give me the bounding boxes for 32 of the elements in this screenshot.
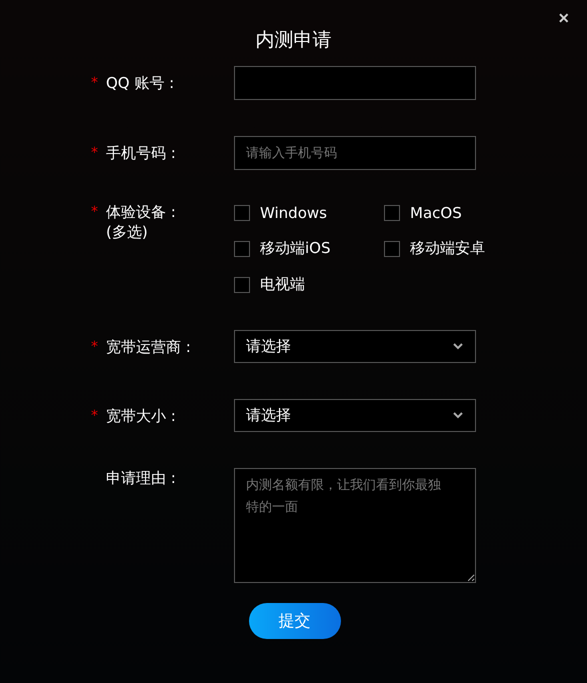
- required-asterisk: *: [91, 74, 99, 93]
- checkbox-label[interactable]: Windows: [260, 204, 327, 222]
- text-field[interactable]: 请输入手机号码: [234, 136, 476, 170]
- field-label: 宽带运营商 :: [106, 337, 191, 357]
- dropdown[interactable]: 请选择: [234, 330, 476, 363]
- field-label: 宽带大小 :: [106, 406, 176, 426]
- required-asterisk: *: [91, 338, 99, 357]
- caret-icon: [453, 412, 463, 419]
- checkbox-label[interactable]: MacOS: [410, 204, 462, 222]
- text-field[interactable]: [234, 66, 476, 100]
- required-asterisk: *: [91, 203, 99, 222]
- dropdown[interactable]: 请选择: [234, 399, 476, 432]
- field-label: 手机号码 :: [106, 143, 176, 163]
- checkbox[interactable]: [384, 240, 400, 256]
- checkbox-label[interactable]: 电视端: [260, 275, 305, 294]
- dialog-title: 内测申请: [254, 28, 332, 53]
- field-hint: (多选): [106, 222, 149, 242]
- field-label: 申请理由 :: [106, 468, 176, 488]
- submit-button[interactable]: 提交: [248, 603, 340, 639]
- checkbox[interactable]: [234, 240, 250, 256]
- text-area[interactable]: 内测名额有限，让我们看到你最独特的一面: [234, 468, 476, 583]
- checkbox[interactable]: [384, 205, 400, 221]
- checkbox-label[interactable]: 移动端iOS: [260, 239, 330, 258]
- caret-icon: [453, 343, 463, 350]
- required-asterisk: *: [91, 144, 99, 163]
- checkbox-label[interactable]: 移动端安卓: [410, 239, 485, 258]
- close-button[interactable]: ×: [556, 8, 571, 29]
- required-asterisk: *: [91, 407, 99, 426]
- checkbox[interactable]: [234, 276, 250, 292]
- field-label: QQ 账号 :: [106, 73, 174, 93]
- field-label: 体验设备 :: [106, 202, 176, 222]
- checkbox[interactable]: [234, 205, 250, 221]
